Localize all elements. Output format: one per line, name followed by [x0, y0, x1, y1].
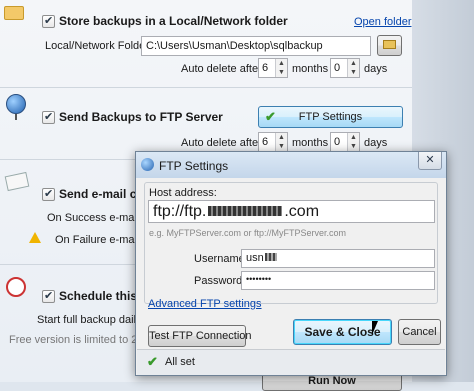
ftp-months-label: months [292, 137, 329, 149]
ftp-settings-dialog: FTP Settings ✕ Host address: ftp://ftp..… [135, 151, 447, 376]
checkmark-icon: ✔ [147, 354, 158, 369]
status-text: All set [165, 356, 195, 368]
dialog-title: FTP Settings [159, 159, 229, 173]
open-folder-link[interactable]: Open folder [354, 16, 411, 28]
ftp-days-stepper[interactable]: 0 ▲ ▼ [330, 132, 360, 152]
ftp-months-stepper[interactable]: 6 ▲ ▼ [258, 132, 288, 152]
email-checkbox[interactable] [42, 187, 55, 201]
host-hint: e.g. MyFTPServer.com or ftp://MyFTPServe… [149, 228, 347, 238]
redacted-mark [208, 206, 283, 216]
ftp-days-value: 0 [334, 136, 341, 148]
username-label: Username: [194, 253, 248, 265]
local-folder-checkbox[interactable] [42, 14, 55, 28]
alarm-clock-icon [6, 277, 26, 297]
local-folder-section: Store backups in a Local/Network folder … [0, 0, 412, 88]
ftp-checkbox[interactable] [42, 110, 55, 124]
redacted-mark [264, 253, 277, 261]
ftp-settings-button[interactable]: ✔ FTP Settings [258, 106, 403, 128]
warning-icon [29, 232, 41, 243]
folder-label: Local/Network Folder: [45, 40, 152, 52]
host-address-suffix: .com [284, 203, 320, 220]
ftp-title: Send Backups to FTP Server [59, 110, 223, 124]
password-label: Password: [194, 275, 246, 287]
days-value: 0 [334, 62, 341, 74]
ftp-settings-label: FTP Settings [298, 111, 363, 123]
ftp-months-value: 6 [262, 136, 269, 148]
globe-icon [141, 158, 154, 171]
schedule-checkbox[interactable] [42, 289, 55, 303]
host-address-value: ftp://ftp. [153, 203, 207, 220]
months-stepper[interactable]: 6 ▲ ▼ [258, 58, 288, 78]
dialog-titlebar: FTP Settings ✕ [136, 152, 446, 178]
days-stepper[interactable]: 0 ▲ ▼ [330, 58, 360, 78]
months-label: months [292, 63, 329, 75]
globe-stand-icon [15, 114, 17, 120]
username-value: usn [246, 252, 264, 264]
password-input[interactable]: •••••••• [241, 271, 435, 290]
stepper-arrows-icon[interactable]: ▲ ▼ [347, 59, 359, 77]
months-value: 6 [262, 62, 269, 74]
host-groupbox: Host address: ftp://ftp. .com e.g. MyFTPS… [144, 182, 438, 304]
checkmark-icon: ✔ [265, 109, 276, 124]
auto-delete-label: Auto delete after: [181, 137, 265, 149]
local-folder-title: Store backups in a Local/Network folder [59, 14, 288, 28]
folder-path-input[interactable]: C:\Users\Usman\Desktop\sqlbackup [141, 36, 371, 56]
email-title: Send e-mail co [59, 187, 144, 201]
stepper-arrows-icon[interactable]: ▲ ▼ [275, 133, 287, 151]
host-address-label: Host address: [149, 187, 217, 199]
folder-icon [4, 6, 24, 20]
ftp-days-label: days [364, 137, 388, 149]
ftp-section: Send Backups to FTP Server ✔ FTP Setting… [0, 88, 412, 160]
cancel-button[interactable]: Cancel [398, 319, 441, 345]
host-address-input[interactable]: ftp://ftp. .com [148, 200, 435, 223]
envelope-icon [4, 171, 30, 192]
browse-folder-button[interactable] [377, 35, 402, 56]
mouse-cursor-icon [372, 321, 378, 335]
auto-delete-label: Auto delete after: [181, 63, 265, 75]
dialog-status-bar: ✔ All set [137, 349, 445, 375]
close-icon[interactable]: ✕ [418, 152, 442, 170]
days-label: days [364, 63, 388, 75]
globe-icon [6, 94, 26, 114]
stepper-arrows-icon[interactable]: ▲ ▼ [275, 59, 287, 77]
folder-open-icon [383, 40, 396, 49]
advanced-ftp-settings-link[interactable]: Advanced FTP settings [148, 298, 262, 310]
username-input[interactable]: usn [241, 249, 435, 268]
test-ftp-connection-button[interactable]: Test FTP Connection [148, 325, 252, 347]
free-version-note: Free version is limited to 2 sc [9, 334, 152, 346]
stepper-arrows-icon[interactable]: ▲ ▼ [347, 133, 359, 151]
